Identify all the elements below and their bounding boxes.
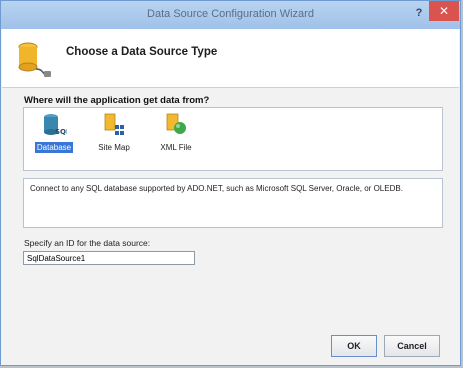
database-plug-icon <box>18 42 51 77</box>
type-item-database[interactable]: SQL Database <box>30 113 78 167</box>
window-title: Data Source Configuration Wizard <box>147 8 314 20</box>
cancel-button[interactable]: Cancel <box>384 335 440 357</box>
wizard-header: Choose a Data Source Type <box>2 29 459 88</box>
type-item-xml-file[interactable]: XML File <box>152 113 200 167</box>
page-title: Choose a Data Source Type <box>66 46 218 58</box>
type-label-database: Database <box>34 142 74 153</box>
wizard-content: Where will the application get data from… <box>1 88 460 365</box>
ok-button[interactable]: OK <box>331 335 377 357</box>
xml-file-icon <box>166 113 186 134</box>
source-question-label: Where will the application get data from… <box>24 95 210 106</box>
database-icon: SQL <box>44 114 67 136</box>
data-source-id-label: Specify an ID for the data source: <box>24 238 151 248</box>
help-button[interactable]: ? <box>412 6 426 20</box>
data-source-id-input[interactable] <box>23 251 195 265</box>
wizard-window: Data Source Configuration Wizard ? ✕ Cho… <box>0 0 461 366</box>
type-description: Connect to any SQL database supported by… <box>23 178 443 228</box>
data-source-type-list[interactable]: SQL Database Site Map <box>23 107 443 171</box>
title-bar[interactable]: Data Source Configuration Wizard ? ✕ <box>1 1 460 29</box>
type-item-site-map[interactable]: Site Map <box>90 113 138 167</box>
site-map-icon <box>104 113 124 135</box>
type-label-xml-file: XML File <box>160 143 192 152</box>
close-button[interactable]: ✕ <box>429 1 459 21</box>
type-label-site-map: Site Map <box>98 143 130 152</box>
svg-text:SQL: SQL <box>55 128 67 136</box>
